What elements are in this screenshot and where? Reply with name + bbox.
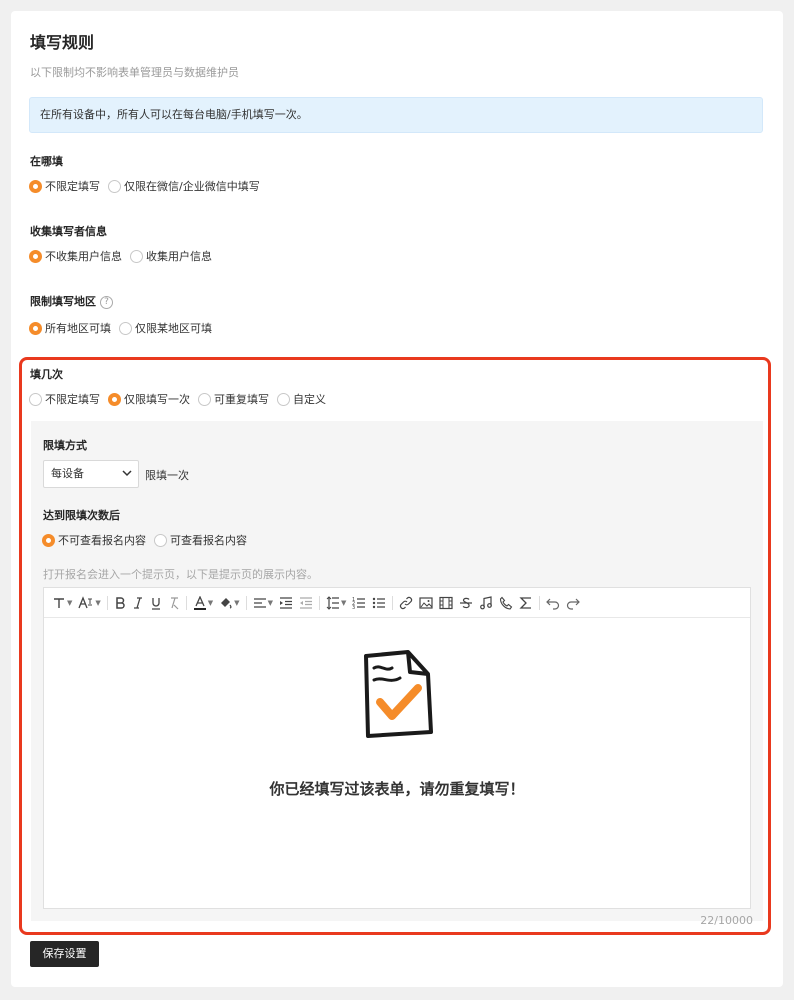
bold-icon[interactable] xyxy=(114,594,126,612)
toolbar-divider xyxy=(106,595,108,610)
after-limit-option-visible[interactable]: 可查看报名内容 xyxy=(154,532,247,548)
settings-card: 填写规则 以下限制均不影响表单管理员与数据维护员 在所有设备中，所有人可以在每台… xyxy=(11,11,783,987)
where-fill-label: 在哪填 xyxy=(30,155,63,168)
toolbar-divider xyxy=(539,595,541,610)
page-subtitle: 以下限制均不影响表单管理员与数据维护员 xyxy=(30,66,239,79)
phone-icon[interactable] xyxy=(499,594,513,612)
page-title: 填写规则 xyxy=(30,33,95,52)
font-size-icon[interactable]: ▼ xyxy=(52,594,72,612)
region-option-specific[interactable]: 仅限某地区可填 xyxy=(119,320,212,336)
region-option-all[interactable]: 所有地区可填 xyxy=(29,320,111,336)
radio-checked-icon[interactable] xyxy=(108,392,121,406)
option-label: 不限定填写 xyxy=(45,393,100,406)
image-icon[interactable] xyxy=(419,594,433,612)
option-label: 不可查看报名内容 xyxy=(58,534,146,547)
fill-times-option-custom[interactable]: 自定义 xyxy=(277,391,326,407)
option-label: 可重复填写 xyxy=(214,393,269,406)
limit-method-suffix: 限填一次 xyxy=(145,469,189,482)
fill-times-option-unlimited[interactable]: 不限定填写 xyxy=(29,391,100,407)
after-limit-label: 达到限填次数后 xyxy=(43,509,120,522)
option-label: 可查看报名内容 xyxy=(170,534,247,547)
toolbar-divider xyxy=(392,595,394,610)
toolbar-divider xyxy=(318,595,320,610)
align-icon[interactable]: ▼ xyxy=(253,594,273,612)
fill-times-option-repeat[interactable]: 可重复填写 xyxy=(198,391,269,407)
rule-notice: 在所有设备中，所有人可以在每台电脑/手机填写一次。 xyxy=(29,97,763,133)
collect-info-option-no[interactable]: 不收集用户信息 xyxy=(29,248,122,264)
fill-times-option-once[interactable]: 仅限填写一次 xyxy=(108,391,190,407)
radio-checked-icon[interactable] xyxy=(42,533,55,547)
save-settings-button[interactable]: 保存设置 xyxy=(30,941,99,967)
unordered-list-icon[interactable] xyxy=(372,594,386,612)
font-color-icon[interactable]: ▼ xyxy=(193,594,213,612)
option-label: 自定义 xyxy=(293,393,326,406)
option-label: 所有地区可填 xyxy=(45,322,111,335)
option-label: 仅限某地区可填 xyxy=(135,322,212,335)
option-label: 收集用户信息 xyxy=(146,250,212,263)
radio-unchecked-icon[interactable] xyxy=(29,392,42,406)
outdent-icon[interactable] xyxy=(299,594,313,612)
option-label: 不限定填写 xyxy=(45,180,100,193)
radio-unchecked-icon[interactable] xyxy=(130,249,143,263)
limit-method-label: 限填方式 xyxy=(43,439,87,452)
indent-icon[interactable] xyxy=(279,594,293,612)
toolbar-divider xyxy=(245,595,247,610)
toolbar-divider xyxy=(185,595,187,610)
where-fill-option-unlimited[interactable]: 不限定填写 xyxy=(29,178,100,194)
link-icon[interactable] xyxy=(399,594,413,612)
option-label: 不收集用户信息 xyxy=(45,250,122,263)
undo-icon[interactable] xyxy=(546,594,560,612)
radio-unchecked-icon[interactable] xyxy=(119,321,132,335)
collect-info-label: 收集填写者信息 xyxy=(30,225,107,238)
radio-unchecked-icon[interactable] xyxy=(108,179,121,193)
question-circle-icon[interactable]: ? xyxy=(100,296,113,309)
radio-checked-icon[interactable] xyxy=(29,321,42,335)
line-height-icon[interactable]: ▼ xyxy=(326,594,346,612)
editor-toolbar: ▼ ▼ ▼ ▼ ▼ ▼ 1 2 3 xyxy=(44,588,750,618)
highlight-icon[interactable]: ▼ xyxy=(219,594,240,612)
region-limit-radio-group: 所有地区可填 仅限某地区可填 xyxy=(29,320,220,336)
radio-unchecked-icon[interactable] xyxy=(277,392,290,406)
fill-times-label: 填几次 xyxy=(30,368,63,381)
already-filled-message: 你已经填写过该表单，请勿重复填写！ xyxy=(269,780,525,798)
where-fill-radio-group: 不限定填写 仅限在微信/企业微信中填写 xyxy=(29,178,268,194)
svg-text:3: 3 xyxy=(352,605,355,610)
chevron-down-icon xyxy=(122,470,132,477)
option-label: 仅限在微信/企业微信中填写 xyxy=(124,180,260,193)
collect-info-radio-group: 不收集用户信息 收集用户信息 xyxy=(29,248,220,264)
redo-icon[interactable] xyxy=(566,594,581,612)
italic-icon[interactable] xyxy=(132,594,144,612)
rich-text-editor[interactable]: ▼ ▼ ▼ ▼ ▼ ▼ 1 2 3 你已经填写过该表单，请勿重复填写！ xyxy=(43,587,751,909)
radio-unchecked-icon[interactable] xyxy=(154,533,167,547)
radio-checked-icon[interactable] xyxy=(29,249,42,263)
region-limit-label: 限制填写地区? xyxy=(30,293,113,309)
strikethrough-icon[interactable] xyxy=(459,594,473,612)
option-label: 仅限填写一次 xyxy=(124,393,190,406)
formula-icon[interactable] xyxy=(519,594,533,612)
font-style-icon[interactable]: ▼ xyxy=(78,594,101,612)
fill-times-radio-group: 不限定填写 仅限填写一次 可重复填写 自定义 xyxy=(29,391,334,407)
radio-checked-icon[interactable] xyxy=(29,179,42,193)
ordered-list-icon[interactable]: 123 xyxy=(352,594,366,612)
underline-icon[interactable] xyxy=(150,594,162,612)
after-limit-radio-group: 不可查看报名内容 可查看报名内容 xyxy=(42,532,255,548)
clear-format-icon[interactable] xyxy=(168,594,180,612)
filled-document-check-icon xyxy=(364,650,433,738)
collect-info-option-yes[interactable]: 收集用户信息 xyxy=(130,248,212,264)
tip-page-hint: 打开报名会进入一个提示页，以下是提示页的展示内容。 xyxy=(43,568,318,581)
char-counter: 22/10000 xyxy=(700,914,753,927)
video-icon[interactable] xyxy=(439,594,453,612)
limit-method-select[interactable]: 每设备 xyxy=(43,460,139,488)
radio-unchecked-icon[interactable] xyxy=(198,392,211,406)
limit-method-select-value: 每设备 xyxy=(51,467,84,480)
after-limit-option-hidden[interactable]: 不可查看报名内容 xyxy=(42,532,146,548)
audio-icon[interactable] xyxy=(479,594,493,612)
region-limit-label-text: 限制填写地区 xyxy=(30,295,96,308)
where-fill-option-wechat[interactable]: 仅限在微信/企业微信中填写 xyxy=(108,178,260,194)
